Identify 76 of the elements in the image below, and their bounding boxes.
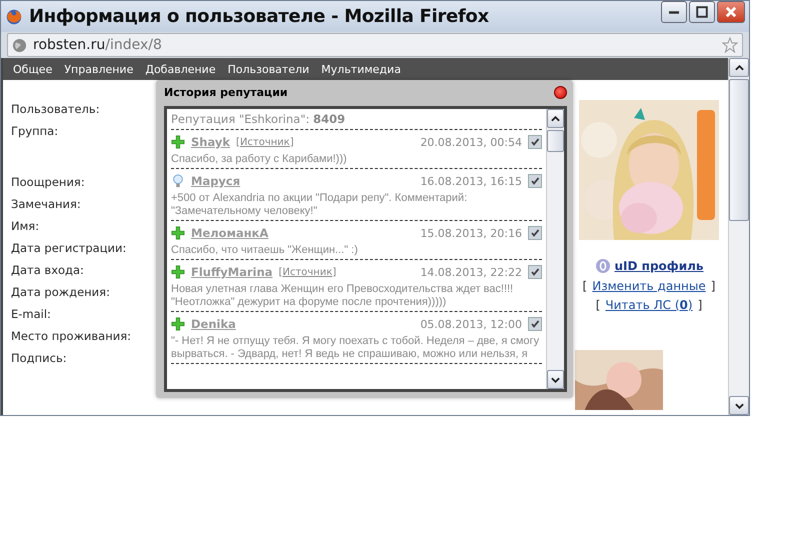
field-label: Дата рождения: [11, 285, 111, 301]
scroll-down-button[interactable] [729, 396, 749, 415]
checkbox[interactable] [528, 174, 542, 188]
entry-date: 14.08.2013, 22:22 [420, 266, 522, 278]
bracket: ] [710, 279, 716, 293]
field-label: Поощрения: [11, 174, 86, 191]
field-label: Дата регистрации: [11, 241, 128, 257]
field-label: Пользователь: [11, 102, 101, 118]
scroll-up-button[interactable] [729, 58, 749, 77]
minimize-icon [669, 10, 679, 14]
field-label: Имя: [11, 219, 40, 235]
dialog-title: История репутации [164, 86, 288, 98]
close-button[interactable] [717, 1, 745, 23]
bracket: [ [582, 279, 588, 293]
menu-item[interactable]: Управление [64, 62, 134, 76]
reputation-summary: Репутация "Eshkorina": 8409 [171, 109, 542, 130]
bracket: ] [290, 136, 294, 148]
menu-item[interactable]: Добавление [145, 62, 216, 76]
bracket: [ [596, 298, 600, 312]
menu-item[interactable]: Общее [13, 62, 52, 76]
maximize-button[interactable] [689, 1, 715, 23]
source-link[interactable]: Источник [282, 266, 332, 278]
entry-comment: Спасибо, что читаешь "Женщин..." :) [171, 244, 359, 257]
field-label: Группа: [11, 124, 60, 140]
scrollbar[interactable] [546, 109, 564, 389]
checkbox[interactable] [528, 317, 542, 331]
entry-comment: Спасибо, за работу с Карибами!))) [171, 153, 348, 166]
checkbox[interactable] [528, 226, 542, 240]
profile-link[interactable]: Читать ЛС (0) [605, 298, 693, 312]
close-button[interactable] [554, 86, 567, 98]
field-label: Место проживания: [11, 329, 132, 345]
field-label: E-mail: [11, 307, 52, 323]
menu-item[interactable]: Пользователи [228, 62, 310, 76]
maximize-icon [696, 6, 708, 18]
scroll-thumb[interactable] [729, 79, 749, 221]
caret-up-icon [734, 64, 744, 70]
menu-item[interactable]: Мультимедиа [321, 62, 401, 76]
scrollbar[interactable] [728, 58, 749, 415]
uid-icon [594, 258, 611, 274]
entry-date: 15.08.2013, 20:16 [420, 226, 522, 240]
globe-icon [12, 38, 27, 52]
entry-date: 20.08.2013, 00:54 [420, 136, 522, 148]
caret-down-icon [734, 402, 744, 408]
caret-down-icon [551, 376, 560, 382]
scroll-up-button[interactable] [547, 109, 564, 128]
plus-icon [171, 265, 185, 279]
plus-icon [171, 135, 185, 149]
window-title: Информация о пользователе - Mozilla Firefox [29, 6, 489, 27]
bookmark-star-icon[interactable] [722, 37, 738, 53]
scroll-thumb[interactable] [547, 130, 564, 152]
caret-up-icon [551, 116, 560, 122]
bracket: ] [698, 298, 702, 312]
entry-comment: "- Нет! Я не отпущу тебя. Я могу поехать с тобой. Неделя – две, я смогу вырваться. - Эдвард, нет! Я ведь не спрашиваю, можно или нельзя, я [171, 335, 540, 361]
profile-link[interactable]: Изменить данные [592, 279, 706, 293]
entry-comment: Новая улетная глава Женщин его Превосходительства ждет вас!!!! "Неотложка" дежурит на форуме после прочтения))))) [171, 283, 514, 309]
address-field[interactable]: robsten.ru/index/8 [7, 33, 743, 57]
bracket: [ [236, 136, 240, 148]
plus-icon [171, 226, 185, 240]
source-link[interactable]: Источник [240, 136, 290, 148]
firefox-icon [5, 8, 23, 26]
entry-comment: +500 от Alexandria по акции "Подари репу". Комментарий: "Замечательному человеку!" [171, 192, 468, 218]
field-label: Подпись: [11, 351, 68, 367]
close-icon [724, 5, 738, 19]
plus-icon [171, 317, 185, 331]
entry-date: 16.08.2013, 16:15 [420, 174, 522, 188]
minimize-button[interactable] [661, 1, 687, 23]
checkbox[interactable] [528, 135, 542, 149]
entry-date: 05.08.2013, 12:00 [420, 318, 522, 330]
scroll-down-button[interactable] [547, 370, 564, 389]
uid-profile-link[interactable]: uID профиль [614, 259, 704, 273]
light-bulb-icon [171, 174, 185, 188]
field-label: Дата входа: [11, 263, 85, 279]
checkbox[interactable] [528, 265, 542, 279]
field-label: Замечания: [11, 197, 82, 213]
bracket: ] [332, 266, 336, 278]
bracket: [ [278, 266, 282, 278]
